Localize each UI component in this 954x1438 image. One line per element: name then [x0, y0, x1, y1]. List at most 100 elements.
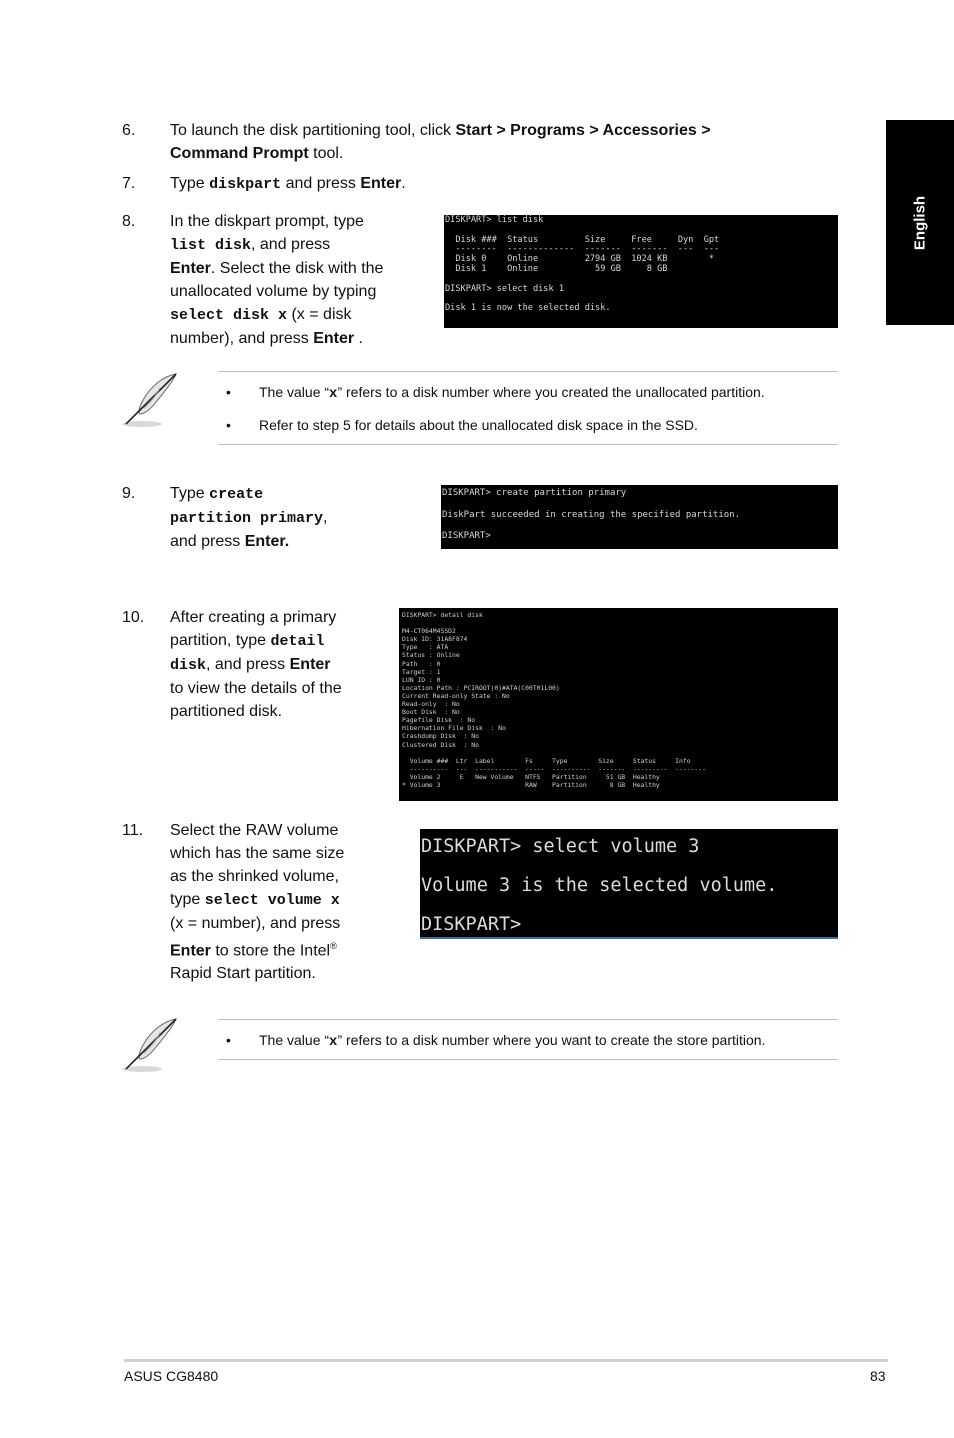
- step-7-command: diskpart: [209, 176, 282, 193]
- terminal-line: DISKPART> select disk 1: [445, 283, 564, 294]
- step-6-text-part: tool.: [308, 145, 344, 162]
- step-8-text-part: number), and press: [170, 330, 314, 347]
- step-11-text-part: Rapid Start partition.: [170, 965, 316, 983]
- step-7-key: Enter: [360, 175, 402, 192]
- terminal-line: DISKPART> create partition primary: [442, 488, 627, 498]
- terminal-line: Status : Online: [402, 651, 460, 660]
- bullet: •: [226, 1032, 231, 1048]
- note-text-part: ” refers to a disk number where you crea…: [337, 384, 765, 400]
- step-10-text-part: to view the details of the: [170, 680, 342, 697]
- step-10-text-part: , and press: [206, 656, 290, 673]
- step-9-command: partition primary: [170, 510, 324, 527]
- step-9-key: Enter.: [244, 533, 290, 550]
- terminal-line: Disk ID: 31A8F874: [402, 635, 468, 644]
- terminal-line: DiskPart succeeded in creating the speci…: [442, 509, 741, 520]
- note-1-item: • Refer to step 5 for details about the u…: [226, 416, 698, 434]
- step-10-number: 10.: [122, 609, 145, 626]
- terminal-line: DISKPART> list disk: [445, 215, 544, 225]
- step-10-text-part: partition, type: [170, 632, 271, 649]
- terminal-line: LUN ID : 0: [402, 675, 441, 684]
- terminal-line: Current Read-only State : No: [402, 691, 510, 700]
- step-10-text: After creating a primary partition, type…: [170, 606, 395, 723]
- terminal-line: * Volume 3 RAW Partition 8 GB Healthy: [402, 780, 660, 789]
- step-6-tool-name: Command Prompt: [170, 145, 309, 162]
- language-tab: English: [886, 120, 954, 325]
- step-8-command-select-disk: select disk x: [170, 307, 288, 324]
- step-8-text-part: (x = disk: [287, 306, 352, 323]
- step-10-key: Enter: [289, 656, 331, 673]
- footer-rule: [124, 1359, 888, 1362]
- step-9-text-part: and press: [170, 533, 245, 550]
- terminal-line: Crashdump Disk : No: [402, 732, 479, 741]
- terminal-line: Volume 3 is the selected volume.: [421, 875, 778, 896]
- step-11-number: 11.: [122, 822, 144, 839]
- footer-product-name: ASUS CG8480: [124, 1368, 219, 1384]
- step-7-text-part: Type: [170, 175, 210, 192]
- step-8-number: 8.: [122, 213, 136, 230]
- step-8-text: In the diskpart prompt, type list disk, …: [170, 210, 430, 350]
- step-7-text: Type diskpart and press Enter.: [170, 172, 810, 196]
- terminal-line: Read-only : No: [402, 700, 460, 709]
- terminal-detail-disk: DISKPART> detail disk M4-CT064M4SSD2 Disk…: [399, 608, 838, 801]
- step-11-key: Enter: [170, 942, 211, 960]
- note-1-top-rule: [218, 371, 838, 372]
- step-7-number: 7.: [122, 175, 136, 192]
- registered-mark: ®: [330, 941, 337, 951]
- note-text-part: The value “: [259, 384, 330, 400]
- terminal-line: Boot Disk : No: [402, 708, 460, 717]
- step-6-number: 6.: [122, 122, 136, 139]
- terminal-select-volume: DISKPART> select volume 3 Volume 3 is th…: [420, 829, 838, 939]
- step-8-key: Enter: [313, 330, 355, 347]
- step-8-key: Enter: [170, 260, 211, 277]
- bullet: •: [226, 417, 231, 433]
- language-tab-label: English: [911, 195, 929, 250]
- terminal-list-disk: DISKPART> list disk Disk ### Status Size…: [444, 215, 838, 328]
- terminal-create-partition: DISKPART> create partition primary DiskP…: [441, 485, 838, 549]
- step-8-command-list-disk: list disk: [170, 237, 252, 254]
- terminal-line: DISKPART> detail disk: [402, 611, 483, 619]
- bullet: •: [226, 384, 231, 400]
- terminal-line: Hibernation File Disk : No: [402, 724, 506, 733]
- note-2-item: • The value “x” refers to a disk number w…: [226, 1031, 765, 1051]
- step-11-text: Select the RAW volume which has the same…: [170, 819, 410, 985]
- note-text-part: ” refers to a disk number where you want…: [337, 1032, 766, 1048]
- terminal-line: M4-CT064M4SSD2: [402, 627, 456, 636]
- step-9-text-part: Type: [170, 485, 210, 502]
- terminal-line: Path : 0: [402, 659, 441, 668]
- step-8-text-part: .: [354, 330, 363, 347]
- terminal-line: Location Path : PCIROOT(0)#ATA(C00T01L00…: [402, 683, 560, 692]
- step-11-command: select volume x: [204, 892, 340, 909]
- terminal-line: Target : 1: [402, 667, 441, 676]
- terminal-line: Volume ### Ltr Label Fs Type Size Status…: [402, 756, 691, 765]
- step-9-number: 9.: [122, 485, 136, 502]
- step-7-text-part: and press: [281, 175, 361, 192]
- step-11-text-part: to store the Intel: [210, 942, 331, 960]
- step-10-text-part: After creating a primary: [170, 609, 337, 626]
- note-text-part: The value “: [259, 1032, 330, 1048]
- step-10-command: disk: [170, 657, 207, 674]
- step-11-text-part: which has the same size: [170, 845, 345, 862]
- terminal-line: ---------- --- ----------- ----- -------…: [402, 764, 706, 773]
- terminal-line: Clustered Disk : No: [402, 740, 479, 749]
- step-11-text-part: Select the RAW volume: [170, 822, 339, 839]
- terminal-line: Disk 1 is now the selected disk.: [445, 303, 611, 314]
- step-8-text-part: . Select the disk with the: [210, 260, 384, 277]
- footer-page-number: 83: [870, 1368, 886, 1384]
- step-11-text-part: type: [170, 891, 205, 908]
- step-10-text-part: partitioned disk.: [170, 703, 283, 720]
- terminal-line: Disk 1 Online 59 GB 8 GB: [445, 263, 668, 274]
- note-2-bottom-rule: [218, 1059, 838, 1060]
- step-11-text-part: as the shrinked volume,: [170, 868, 339, 885]
- note-1-item: • The value “x” refers to a disk number w…: [226, 383, 765, 403]
- note-text-part: Refer to step 5 for details about the un…: [259, 417, 698, 433]
- step-6-text: To launch the disk partitioning tool, cl…: [170, 119, 810, 165]
- step-6-text-part: To launch the disk partitioning tool, cl…: [170, 122, 456, 139]
- feather-note-icon: [120, 1015, 180, 1075]
- note-2-top-rule: [218, 1019, 838, 1020]
